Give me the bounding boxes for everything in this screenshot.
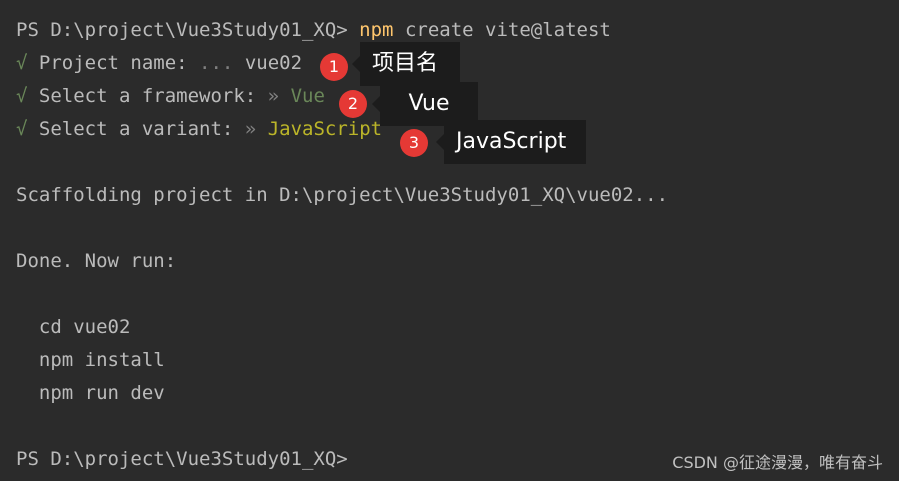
npm-command: npm — [359, 19, 394, 41]
prompt-text: PS D:\project\Vue3Study01_XQ> — [16, 19, 360, 41]
annotation-callout-3: JavaScript — [436, 120, 586, 164]
framework-value: Vue — [290, 85, 325, 107]
check-icon: √ — [16, 52, 28, 74]
command-args: create vite@latest — [393, 19, 611, 41]
project-name-value: vue02 — [244, 52, 303, 74]
annotation-callout-1: 项目名 — [352, 42, 460, 86]
terminal-line-command: PS D:\project\Vue3Study01_XQ> npm create… — [16, 18, 611, 42]
variant-label: Select a variant: — [27, 118, 245, 140]
annotation-badge-2: 2 — [339, 90, 367, 118]
terminal-line-run-dev: npm run dev — [16, 382, 165, 404]
terminal-line-install: npm install — [16, 349, 165, 371]
terminal-line-cd: cd vue02 — [16, 316, 131, 338]
project-name-label: Project name: — [27, 52, 200, 74]
variant-value: JavaScript — [267, 118, 383, 140]
check-icon: √ — [16, 118, 28, 140]
terminal-line-done: Done. Now run: — [16, 250, 177, 272]
arrow-icon: » — [267, 85, 291, 107]
terminal-line-prompt: PS D:\project\Vue3Study01_XQ> — [16, 448, 348, 470]
terminal-line-project-name: √ Project name: ... vue02 — [16, 51, 302, 75]
terminal-line-variant: √ Select a variant: » JavaScript — [16, 117, 382, 141]
terminal-line-scaffolding: Scaffolding project in D:\project\Vue3St… — [16, 184, 669, 206]
annotation-badge-3: 3 — [400, 129, 428, 157]
annotation-badge-1: 1 — [320, 53, 348, 81]
arrow-icon: » — [244, 118, 268, 140]
check-icon: √ — [16, 85, 28, 107]
terminal-line-framework: √ Select a framework: » Vue — [16, 84, 325, 108]
watermark: CSDN @征途漫漫，唯有奋斗 — [672, 453, 883, 472]
framework-label: Select a framework: — [27, 85, 268, 107]
ellipsis-text: ... — [199, 52, 245, 74]
